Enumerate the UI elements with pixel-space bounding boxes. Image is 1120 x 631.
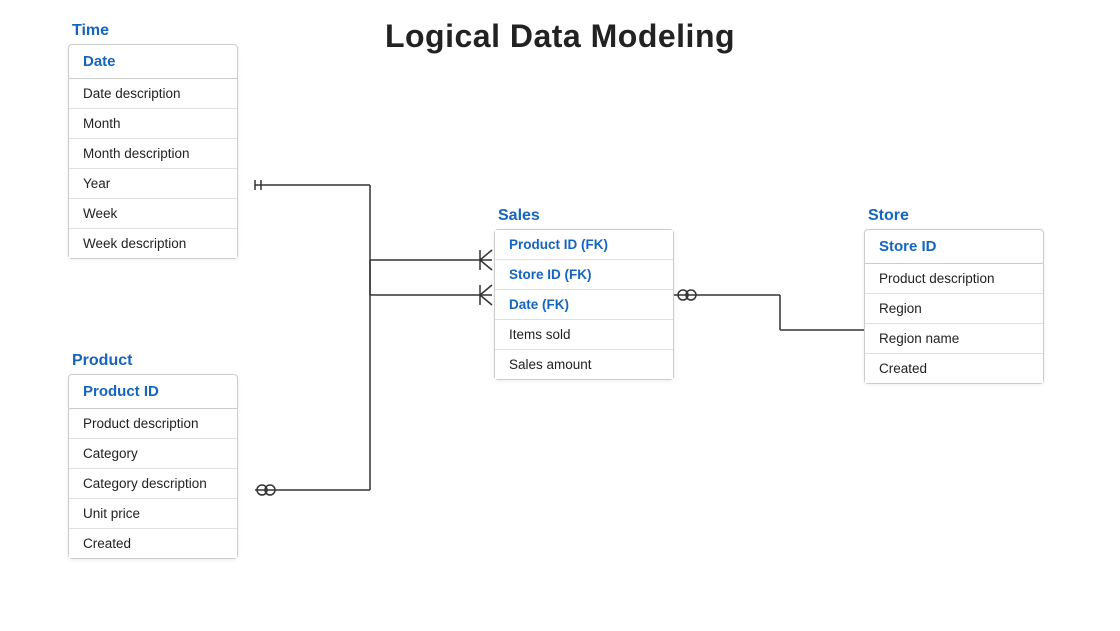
time-entity-group: Time Date Date description Month Month d… [68,22,238,259]
time-row-month: Month [69,109,237,139]
product-row-unit-price: Unit price [69,499,237,529]
store-row-product-description: Product description [865,264,1043,294]
store-row-region-name: Region name [865,324,1043,354]
store-entity-box: Store ID Product description Region Regi… [864,229,1044,384]
time-row-year: Year [69,169,237,199]
sales-row-store-id-fk: Store ID (FK) [495,260,673,290]
store-entity-header: Store ID [865,230,1043,264]
sales-group-label: Sales [494,207,674,225]
product-group-label: Product [68,352,238,370]
product-row-description: Product description [69,409,237,439]
sales-entity-group: Sales Product ID (FK) Store ID (FK) Date… [494,207,674,380]
store-row-region: Region [865,294,1043,324]
product-entity-group: Product Product ID Product description C… [68,352,238,559]
product-entity-box: Product ID Product description Category … [68,374,238,559]
product-entity-header: Product ID [69,375,237,409]
time-row-week-description: Week description [69,229,237,258]
product-row-created: Created [69,529,237,558]
time-row-week: Week [69,199,237,229]
time-row-month-description: Month description [69,139,237,169]
sales-row-items-sold: Items sold [495,320,673,350]
sales-row-product-id-fk: Product ID (FK) [495,230,673,260]
store-group-label: Store [864,207,1044,225]
time-entity-header: Date [69,45,237,79]
product-row-category-description: Category description [69,469,237,499]
time-row-date-description: Date description [69,79,237,109]
store-entity-group: Store Store ID Product description Regio… [864,207,1044,384]
sales-row-sales-amount: Sales amount [495,350,673,379]
product-row-category: Category [69,439,237,469]
store-row-created: Created [865,354,1043,383]
time-group-label: Time [68,22,238,40]
time-entity-box: Date Date description Month Month descri… [68,44,238,259]
sales-row-date-fk: Date (FK) [495,290,673,320]
sales-entity-box: Product ID (FK) Store ID (FK) Date (FK) … [494,229,674,380]
